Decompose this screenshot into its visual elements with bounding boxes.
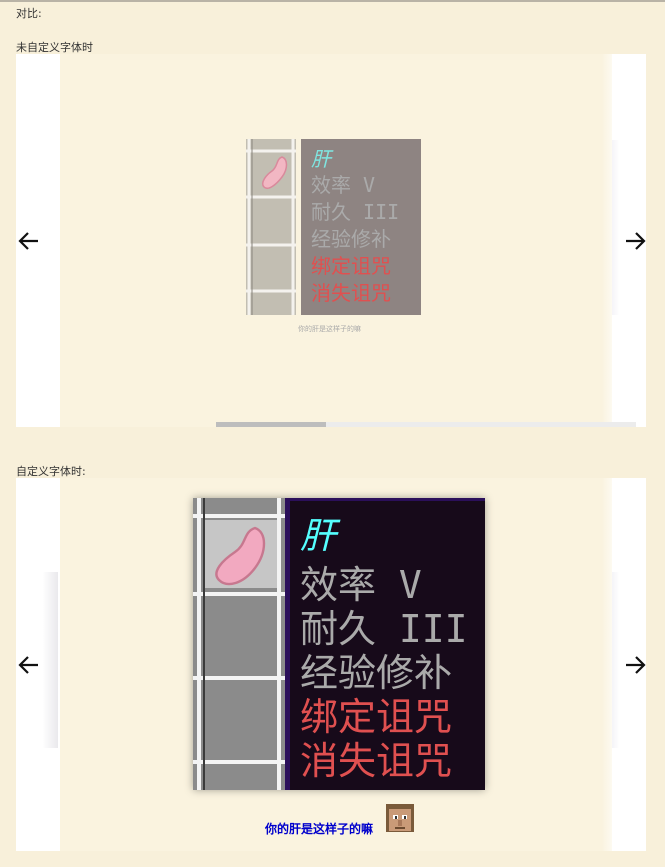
liver-item-icon xyxy=(261,156,288,189)
compare-label: 对比: xyxy=(16,7,42,20)
custom-font-label: 自定义字体时: xyxy=(16,465,86,478)
carousel-default-font: 肝 效率 V 耐久 III 经验修补绑定诅咒消失诅咒 你的肝是这样子的嘛 xyxy=(16,54,646,427)
tooltip-panel: 肝 效率 V 耐久 III 经验修补绑定诅咒消失诅咒 xyxy=(301,139,421,315)
enchant-line: 消失诅咒 xyxy=(300,739,453,783)
enchant-list: 效率 V 耐久 III 经验修补绑定诅咒消失诅咒 xyxy=(311,172,421,307)
liver-item-icon xyxy=(215,526,266,586)
enchant-line: 经验修补 xyxy=(311,227,391,251)
item-name: 肝 xyxy=(311,147,331,171)
villager-face-icon xyxy=(386,804,414,832)
arrow-left-icon[interactable] xyxy=(16,652,42,678)
enchant-line: 绑定诅咒 xyxy=(300,695,453,739)
mc-tooltip-image-small: 肝 效率 V 耐久 III 经验修补绑定诅咒消失诅咒 xyxy=(246,139,421,315)
caption-text: 你的肝是这样子的嘛 xyxy=(265,822,374,836)
enchant-line: 耐久 III xyxy=(300,607,468,651)
enchant-line: 经验修补 xyxy=(300,651,453,695)
enchant-line: 效率 V xyxy=(311,173,376,197)
enchant-list: 效率 V 耐久 III 经验修补 绑定诅咒 消失诅咒 xyxy=(300,563,485,783)
arrow-right-icon[interactable] xyxy=(622,228,646,254)
item-name: 肝 xyxy=(300,516,337,557)
small-caption: 你的肝是这样子的嘛 xyxy=(298,325,361,333)
enchant-line: 效率 V xyxy=(300,563,422,607)
enchant-line: 耐久 III xyxy=(311,200,400,224)
enchant-line: 绑定诅咒 xyxy=(311,254,391,278)
arrow-right-icon[interactable] xyxy=(622,652,646,678)
carousel-custom-font: 肝 效率 V 耐久 III 经验修补 绑定诅咒 消失诅咒 你的肝是这样子的嘛 xyxy=(16,478,646,851)
arrow-left-icon[interactable] xyxy=(16,228,42,254)
scrollbar-thumb[interactable] xyxy=(216,422,326,427)
default-font-label: 未自定义字体时 xyxy=(16,41,93,54)
enchant-line: 消失诅咒 xyxy=(311,281,391,305)
top-border xyxy=(0,0,665,2)
tooltip-panel: 肝 效率 V 耐久 III 经验修补 绑定诅咒 消失诅咒 xyxy=(285,498,485,790)
mc-tooltip-image-large: 肝 效率 V 耐久 III 经验修补 绑定诅咒 消失诅咒 xyxy=(193,498,485,790)
